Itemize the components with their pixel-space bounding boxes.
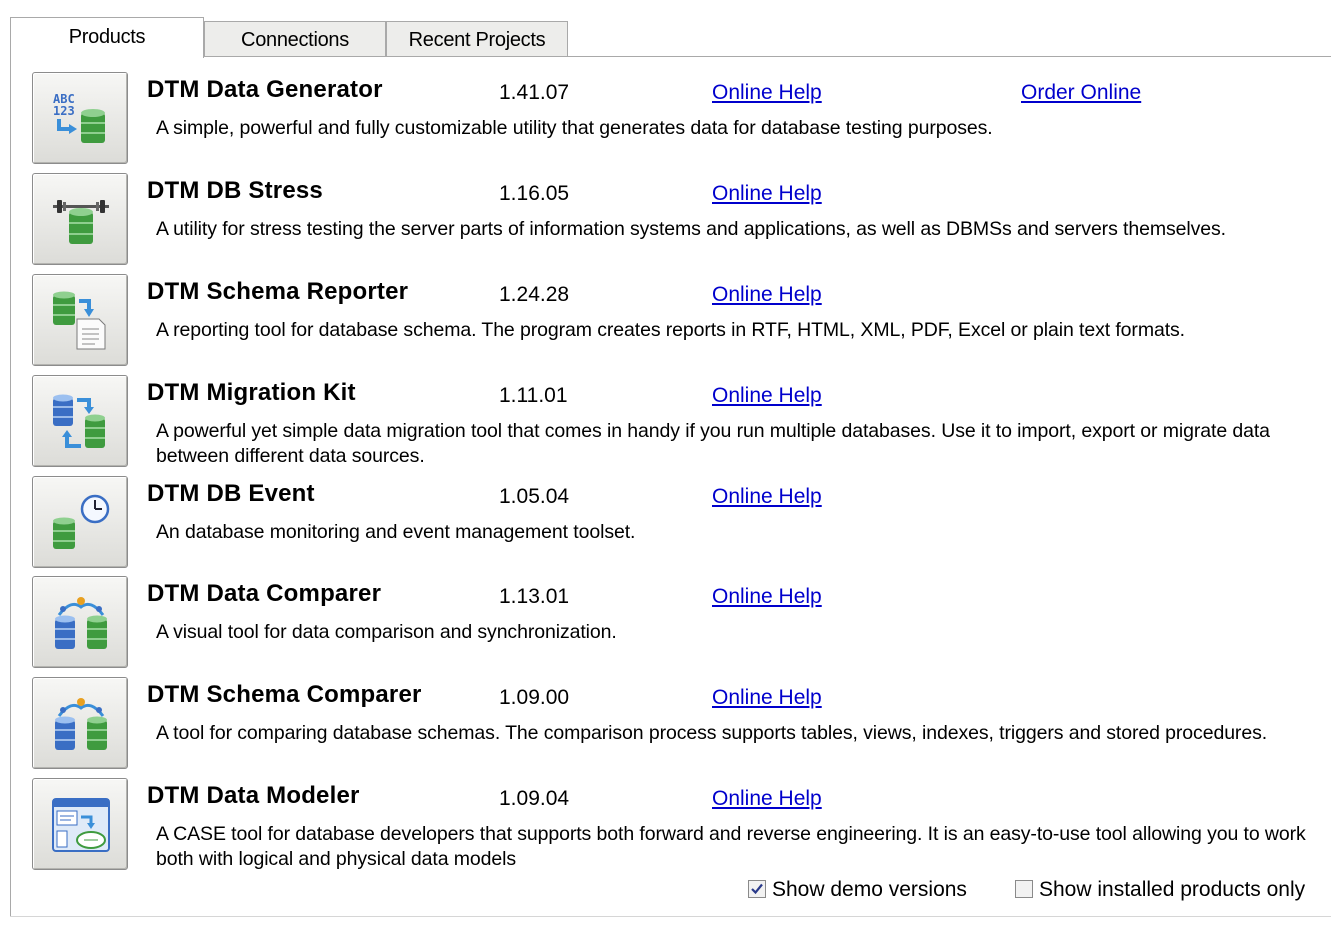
product-row-db-event: DTM DB Event 1.05.04 Online Help An data… <box>0 476 1331 576</box>
online-help-link[interactable]: Online Help <box>712 485 822 509</box>
product-name: DTM Data Modeler <box>147 782 360 809</box>
tab-products[interactable]: Products <box>10 17 204 58</box>
db-stress-icon <box>53 200 109 244</box>
migration-kit-button[interactable] <box>32 375 128 467</box>
product-description: A visual tool for data comparison and sy… <box>156 621 617 643</box>
product-version: 1.24.28 <box>499 283 570 306</box>
show-installed-checkbox[interactable] <box>1015 880 1033 898</box>
migration-kit-icon <box>53 394 105 448</box>
tab-connections[interactable]: Connections <box>204 21 386 56</box>
db-event-button[interactable] <box>32 476 128 568</box>
data-comparer-icon <box>55 597 107 649</box>
online-help-link[interactable]: Online Help <box>712 787 822 811</box>
product-name: DTM Data Comparer <box>147 580 382 607</box>
product-row-schema-reporter: DTM Schema Reporter 1.24.28 Online Help … <box>0 274 1331 374</box>
online-help-link[interactable]: Online Help <box>712 686 822 710</box>
data-generator-icon: ABC 123 <box>53 92 105 143</box>
product-name: DTM DB Stress <box>147 177 323 204</box>
product-name: DTM Schema Reporter <box>147 278 409 305</box>
product-description: A simple, powerful and fully customizabl… <box>156 117 993 139</box>
online-help-link[interactable]: Online Help <box>712 585 822 609</box>
show-installed-label: Show installed products only <box>1039 878 1306 901</box>
tab-recent-projects[interactable]: Recent Projects <box>386 21 568 56</box>
show-demo-checkbox[interactable] <box>748 880 766 898</box>
product-row-schema-comparer: DTM Schema Comparer 1.09.00 Online Help … <box>0 677 1331 777</box>
show-demo-option[interactable]: Show demo versions <box>748 878 967 902</box>
schema-comparer-icon <box>55 698 107 750</box>
order-online-link[interactable]: Order Online <box>1021 81 1141 105</box>
product-version: 1.11.01 <box>499 384 568 407</box>
product-description: An database monitoring and event managem… <box>156 521 636 543</box>
product-name: DTM Migration Kit <box>147 379 356 406</box>
online-help-link[interactable]: Online Help <box>712 81 822 105</box>
db-event-icon <box>53 494 110 549</box>
product-row-migration-kit: DTM Migration Kit 1.11.01 Online Help A … <box>0 375 1331 475</box>
online-help-link[interactable]: Online Help <box>712 182 822 206</box>
product-version: 1.16.05 <box>499 182 570 205</box>
product-name: DTM Schema Comparer <box>147 681 422 708</box>
product-version: 1.09.04 <box>499 787 570 810</box>
product-version: 1.13.01 <box>499 585 570 608</box>
product-name: DTM DB Event <box>147 480 315 507</box>
product-row-data-comparer: DTM Data Comparer 1.13.01 Online Help A … <box>0 576 1331 676</box>
schema-comparer-button[interactable] <box>32 677 128 769</box>
data-modeler-button[interactable] <box>32 778 128 870</box>
product-version: 1.05.04 <box>499 485 570 508</box>
svg-text:123: 123 <box>53 104 75 118</box>
panel-bottom-border <box>10 916 1331 917</box>
product-row-data-generator: ABC 123 DTM Data Generator 1.41.07 Onlin… <box>0 72 1331 172</box>
tab-divider <box>10 56 1331 57</box>
show-installed-option[interactable]: Show installed products only <box>1015 878 1305 902</box>
product-description: A reporting tool for database schema. Th… <box>156 319 1185 341</box>
online-help-link[interactable]: Online Help <box>712 283 822 307</box>
product-description: A powerful yet simple data migration too… <box>156 420 1270 467</box>
product-description: A tool for comparing database schemas. T… <box>156 722 1268 744</box>
product-name: DTM Data Generator <box>147 76 383 103</box>
data-comparer-button[interactable] <box>32 576 128 668</box>
product-row-data-modeler: DTM Data Modeler 1.09.04 Online Help A C… <box>0 778 1331 878</box>
tab-strip: Products Connections Recent Projects <box>0 0 1331 60</box>
product-version: 1.09.00 <box>499 686 570 709</box>
product-version: 1.41.07 <box>499 81 570 104</box>
schema-reporter-button[interactable] <box>32 274 128 366</box>
data-modeler-icon <box>52 798 110 852</box>
schema-reporter-icon <box>53 291 106 350</box>
online-help-link[interactable]: Online Help <box>712 384 822 408</box>
checkmark-icon <box>751 883 763 895</box>
product-description: A utility for stress testing the server … <box>156 218 1226 240</box>
product-description: A CASE tool for database developers that… <box>156 823 1306 870</box>
db-stress-button[interactable] <box>32 173 128 265</box>
product-row-db-stress: DTM DB Stress 1.16.05 Online Help A util… <box>0 173 1331 273</box>
data-generator-button[interactable]: ABC 123 <box>32 72 128 164</box>
show-demo-label: Show demo versions <box>772 878 967 901</box>
